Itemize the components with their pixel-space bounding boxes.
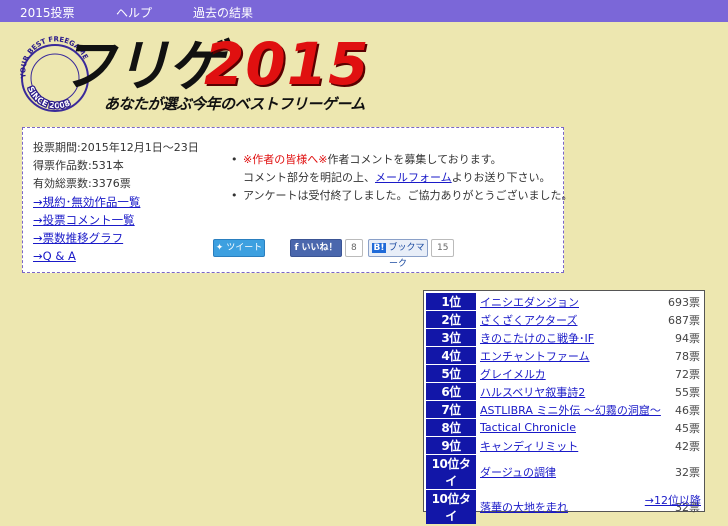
game-title-link[interactable]: ASTLIBRA ミニ外伝 〜幻霧の洞窟〜 — [480, 404, 661, 417]
table-row: 5位 グレイメルカ 72票 — [426, 365, 702, 382]
game-title-link[interactable]: グレイメルカ — [480, 368, 546, 381]
table-row: 3位 きのこたけのこ戦争･IF 94票 — [426, 329, 702, 346]
notice-item-continued: コメント部分を明記の上、メールフォームよりお送り下さい。 — [231, 169, 573, 187]
table-row: 8位 Tactical Chronicle 45票 — [426, 419, 702, 436]
bullet: • — [231, 189, 238, 202]
game-title-cell: Tactical Chronicle — [476, 419, 667, 436]
game-title-link[interactable]: ハルスベリヤ叙事詩2 — [480, 386, 585, 399]
comments-link[interactable]: →投票コメント一覧 — [33, 211, 199, 229]
vote-count-cell: 72票 — [675, 367, 700, 381]
game-title-link[interactable]: イニシエダンジョン — [480, 296, 579, 309]
logo-title-year: 2015 — [204, 30, 370, 98]
work-count: 得票作品数:531本 — [33, 159, 124, 172]
info-box: 投票期間:2015年12月1日〜23日 得票作品数:531本 有効総票数:337… — [22, 127, 573, 273]
notice-list: • ※作者の皆様へ※作者コメントを募集しております。 コメント部分を明記の上、メー… — [231, 151, 573, 205]
rank-cell: 6位 — [426, 383, 476, 400]
game-title-cell: ASTLIBRA ミニ外伝 〜幻霧の洞窟〜 — [476, 401, 667, 418]
vote-count-cell: 55票 — [675, 385, 700, 399]
like-label: いいね！ — [301, 243, 338, 253]
table-row: 7位 ASTLIBRA ミニ外伝 〜幻霧の洞窟〜 46票 — [426, 401, 702, 418]
logo-subtitle: あなたが選ぶ今年のベストフリーゲーム — [104, 95, 365, 113]
game-title-link[interactable]: 落華の大地を走れ — [480, 501, 568, 514]
game-title-link[interactable]: きのこたけのこ戦争･IF — [480, 332, 594, 345]
bird-icon: ✦ — [215, 243, 224, 253]
vote-count-cell: 78票 — [675, 349, 700, 363]
notice-item: • ※作者の皆様へ※作者コメントを募集しております。 — [231, 151, 573, 169]
game-title-cell: グレイメルカ — [476, 365, 667, 382]
tweet-button[interactable]: ✦ ツイート — [213, 239, 265, 257]
notice-text: コメント部分を明記の上、 — [243, 171, 375, 184]
game-title-cell: エンチャントファーム — [476, 347, 667, 364]
ranking-table: 1位 イニシエダンジョン 693票 2位 ざくざくアクターズ 687票 3位 きのこたけのこ戦… — [423, 290, 705, 524]
vote-count-cell: 45票 — [675, 421, 700, 435]
table-row: 9位 キャンディリミット 42票 — [426, 437, 702, 454]
game-title-link[interactable]: ダージュの調律 — [480, 466, 556, 479]
nav-past-results[interactable]: 過去の結果 — [193, 4, 253, 21]
vote-count-cell: 32票 — [675, 466, 700, 479]
rules-link[interactable]: →規約･無効作品一覧 — [33, 193, 199, 211]
vote-period: 投票期間:2015年12月1日〜23日 — [33, 141, 199, 154]
like-button[interactable]: f いいね！ — [290, 239, 342, 257]
rank-cell: 8位 — [426, 419, 476, 436]
vote-graph-link[interactable]: →票数推移グラフ — [33, 229, 199, 247]
notice-author-text: 作者コメントを募集しております。 — [327, 153, 502, 166]
more-rankings-link[interactable]: →12位以降 — [645, 492, 701, 508]
vote-count-cell: 94票 — [675, 331, 700, 345]
game-title-cell: 落華の大地を走れ — [476, 490, 667, 524]
tweet-label: ツイート — [226, 243, 263, 253]
game-title-cell: キャンディリミット — [476, 437, 667, 454]
bookmark-count: 15 — [431, 239, 455, 257]
game-title-cell: ハルスベリヤ叙事詩2 — [476, 383, 667, 400]
total-votes: 有効総票数:3376票 — [33, 177, 131, 190]
mail-form-link[interactable]: メールフォーム — [375, 171, 452, 184]
hatena-icon: B! — [371, 243, 387, 253]
vote-count-cell: 687票 — [668, 313, 700, 327]
vote-count-cell: 46票 — [675, 403, 700, 417]
game-title-link[interactable]: Tactical Chronicle — [480, 421, 576, 434]
rank-cell: 2位 — [426, 311, 476, 328]
rank-cell: 4位 — [426, 347, 476, 364]
rank-cell: 1位 — [426, 293, 476, 310]
game-title-link[interactable]: キャンディリミット — [480, 440, 578, 453]
table-row: 2位 ざくざくアクターズ 687票 — [426, 311, 702, 328]
rank-cell: 3位 — [426, 329, 476, 346]
top-nav: 2015投票 ヘルプ 過去の結果 — [0, 0, 728, 22]
vote-count-cell: 693票 — [668, 295, 700, 309]
rank-cell: 5位 — [426, 365, 476, 382]
site-logo[interactable]: YOUR BEST FREEGAME SINCE 2008 フリゲ 2015 あ… — [14, 30, 374, 122]
notice-text: よりお送り下さい。 — [451, 171, 551, 184]
bullet: • — [231, 153, 238, 166]
vote-stats: 投票期間:2015年12月1日〜23日 得票作品数:531本 有効総票数:337… — [33, 139, 199, 265]
table-row: 6位 ハルスベリヤ叙事詩2 55票 — [426, 383, 702, 400]
logo-title-kana: フリゲ — [60, 33, 224, 99]
vote-count-cell: 42票 — [675, 439, 700, 453]
table-row: 10位タイ ダージュの調律 32票 — [426, 455, 702, 489]
nav-help[interactable]: ヘルプ — [116, 4, 152, 21]
notice-item: • アンケートは受付終了しました。ご協力ありがとうございました。 — [231, 187, 573, 205]
rank-cell: 10位タイ — [426, 490, 476, 524]
table-row: 4位 エンチャントファーム 78票 — [426, 347, 702, 364]
rank-cell: 7位 — [426, 401, 476, 418]
notice-author-heading: ※作者の皆様へ※ — [243, 153, 328, 166]
like-count: 8 — [345, 239, 363, 257]
rank-cell: 9位 — [426, 437, 476, 454]
table-row: 1位 イニシエダンジョン 693票 — [426, 293, 702, 310]
game-title-link[interactable]: ざくざくアクターズ — [480, 314, 577, 327]
bookmark-label: ブックマーク — [388, 243, 425, 269]
rank-cell: 10位タイ — [426, 455, 476, 489]
facebook-icon: f — [294, 243, 299, 253]
survey-closed-text: アンケートは受付終了しました。ご協力ありがとうございました。 — [243, 189, 573, 202]
game-title-link[interactable]: エンチャントファーム — [480, 350, 590, 363]
game-title-cell: きのこたけのこ戦争･IF — [476, 329, 667, 346]
faq-link[interactable]: →Q & A — [33, 247, 199, 265]
bookmark-button[interactable]: B! ブックマーク — [368, 239, 428, 269]
game-title-cell: ダージュの調律 — [476, 455, 667, 489]
nav-2015-vote[interactable]: 2015投票 — [20, 4, 75, 21]
game-title-cell: イニシエダンジョン — [476, 293, 667, 310]
game-title-cell: ざくざくアクターズ — [476, 311, 667, 328]
